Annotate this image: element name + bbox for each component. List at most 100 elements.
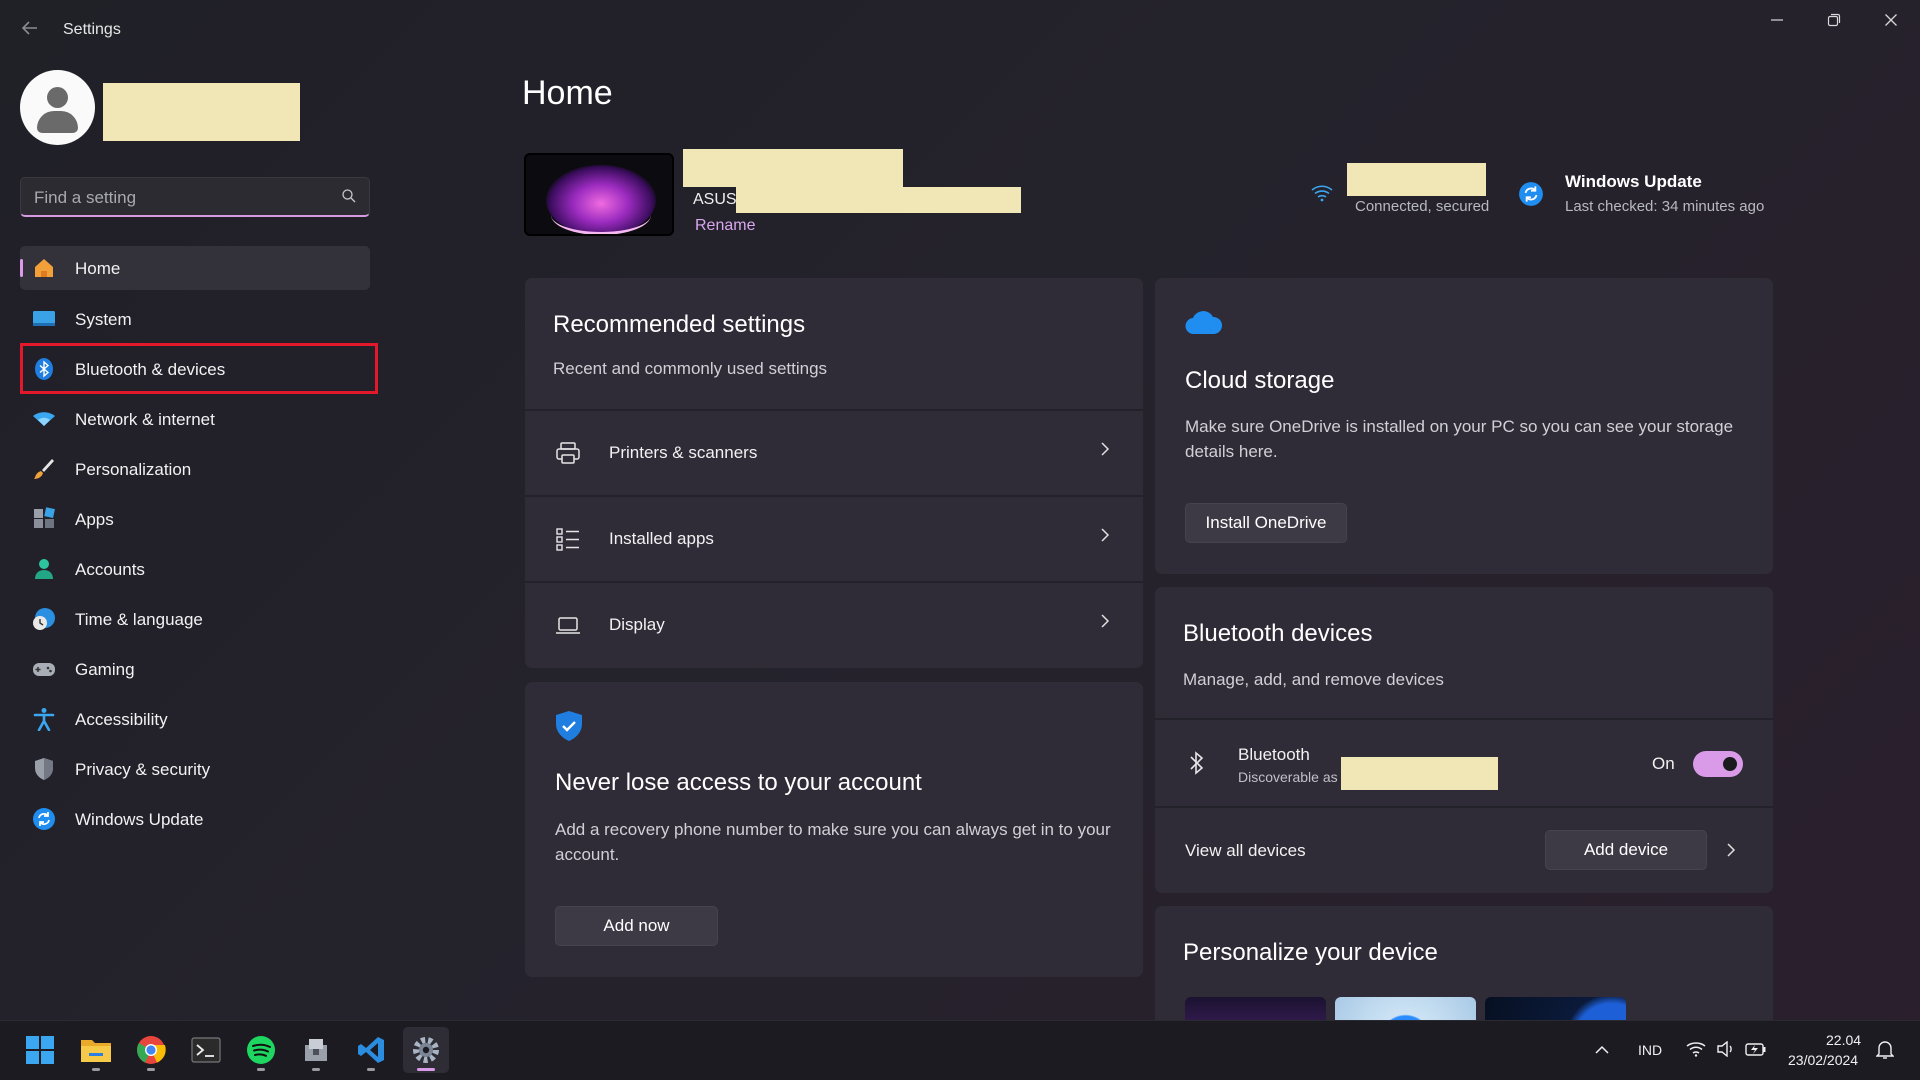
recommended-settings-card: Recommended settings Recent and commonly… [525,278,1143,668]
wifi-tray-icon[interactable] [1686,1041,1706,1062]
clock-time[interactable]: 22.04 [1826,1032,1861,1048]
chevron-right-icon [1099,441,1111,462]
shield-icon [32,757,56,781]
sidebar-item-time-language[interactable]: Time & language [20,597,370,641]
sidebar-item-apps[interactable]: Apps [20,497,370,541]
divider [1155,806,1773,808]
sidebar-item-label: Personalization [75,460,192,479]
chevron-up-icon[interactable] [1594,1043,1610,1061]
shield-check-icon [554,710,584,747]
terminal-icon [191,1037,221,1063]
search-placeholder: Find a setting [34,188,137,207]
recommended-item-printers[interactable]: Printers & scanners [525,411,1143,495]
selection-indicator [20,259,23,277]
bluetooth-state-label: On [1652,754,1675,773]
wifi-status-icon [1310,184,1334,207]
recommended-item-display[interactable]: Display [525,583,1143,667]
bluetooth-discoverable-text: Discoverable as [1238,769,1338,785]
avatar-body [37,111,78,133]
vscode-button[interactable] [348,1027,394,1073]
sidebar-item-accessibility[interactable]: Accessibility [20,697,370,741]
installer-icon [305,1039,327,1061]
redacted-device-model [736,187,1021,213]
settings-button[interactable] [403,1027,449,1073]
chrome-button[interactable] [128,1027,174,1073]
sidebar-item-accounts[interactable]: Accounts [20,547,370,591]
restore-icon[interactable] [1814,8,1854,32]
network-status-text: Connected, secured [1355,198,1490,215]
notification-bell-icon[interactable] [1875,1040,1895,1065]
running-indicator [92,1068,100,1071]
sidebar-item-label: Gaming [75,660,135,679]
add-device-button[interactable]: Add device [1545,830,1707,870]
spotify-button[interactable] [238,1027,284,1073]
redacted-device-name [683,149,903,187]
view-all-devices-link[interactable]: View all devices [1185,841,1306,861]
bluetooth-toggle[interactable] [1693,751,1743,777]
sidebar-item-home[interactable]: Home [20,246,370,290]
sidebar-item-gaming[interactable]: Gaming [20,647,370,691]
terminal-button[interactable] [183,1027,229,1073]
device-model: ASUS [693,191,737,208]
apps-icon [32,507,56,531]
card-subtitle: Manage, add, and remove devices [1183,670,1444,689]
search-icon[interactable] [341,188,357,209]
running-indicator [147,1068,155,1071]
sidebar-item-label: Apps [75,510,114,529]
installer-button[interactable] [293,1027,339,1073]
start-icon [26,1036,54,1064]
onedrive-cloud-icon [1185,311,1223,340]
windows-update-icon[interactable] [1518,181,1544,212]
card-title: Bluetooth devices [1183,620,1373,647]
battery-charging-icon[interactable] [1745,1041,1767,1062]
language-indicator[interactable]: IND [1638,1042,1662,1058]
search-input[interactable]: Find a setting [20,177,370,217]
sidebar-item-network[interactable]: Network & internet [20,397,370,441]
start-button[interactable] [17,1027,63,1073]
divider [1155,718,1773,720]
volume-icon[interactable] [1716,1040,1736,1062]
sidebar-item-label: Accessibility [75,710,168,729]
close-icon[interactable] [1871,8,1911,32]
sidebar-item-windows-update[interactable]: Windows Update [20,797,370,841]
account-recovery-card: Never lose access to your account Add a … [525,682,1143,977]
running-indicator [312,1068,320,1071]
sidebar-item-label: Accounts [75,560,145,579]
spotify-icon [247,1036,275,1064]
taskbar: IND 22.04 23/02/2024 [0,1020,1920,1080]
system-icon [32,307,56,331]
card-body: Make sure OneDrive is installed on your … [1185,417,1734,461]
recommended-item-installed-apps[interactable]: Installed apps [525,497,1143,581]
card-title: Never lose access to your account [555,769,922,796]
wallpaper-arc [551,195,651,234]
sidebar-item-label: Time & language [75,610,203,629]
page-title: Home [522,74,613,112]
highlight-box [20,343,378,394]
update-icon [32,807,56,831]
chevron-right-icon[interactable] [1725,842,1737,863]
device-wallpaper-thumbnail [524,153,674,236]
avatar-head [47,87,68,108]
windows-update-title[interactable]: Windows Update [1565,172,1702,192]
clock-date[interactable]: 23/02/2024 [1788,1052,1858,1068]
globe-clock-icon [32,607,56,631]
card-title: Recommended settings [553,311,806,338]
minimize-icon[interactable] [1757,8,1797,32]
sidebar-item-label: Home [75,259,121,278]
sidebar-item-personalization[interactable]: Personalization [20,447,370,491]
sidebar-item-privacy-security[interactable]: Privacy & security [20,747,370,791]
redacted-network-name [1347,163,1486,196]
settings-icon [413,1037,439,1063]
back-arrow-icon[interactable] [20,18,42,42]
install-onedrive-button[interactable]: Install OneDrive [1185,503,1347,543]
cloud-storage-card: Cloud storage Make sure OneDrive is inst… [1155,278,1773,574]
chevron-right-icon [1099,527,1111,548]
add-now-button[interactable]: Add now [555,906,718,946]
gamepad-icon [32,657,56,681]
title-bar: Settings [0,0,1920,60]
sidebar-item-label: System [75,310,132,329]
rename-link[interactable]: Rename [695,217,755,235]
sidebar-item-system[interactable]: System [20,297,370,341]
avatar[interactable] [20,70,95,145]
file-explorer-button[interactable] [73,1027,119,1073]
